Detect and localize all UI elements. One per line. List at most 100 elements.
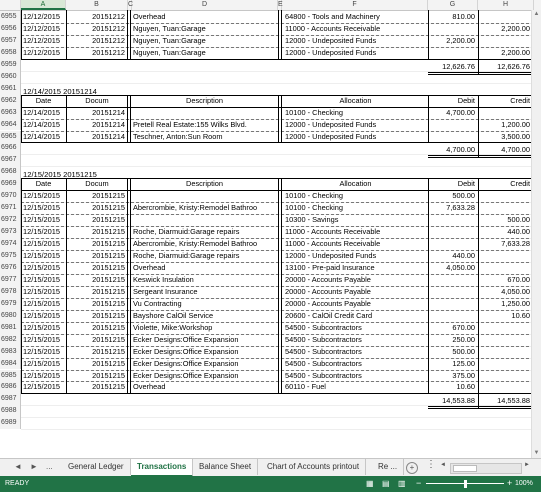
cell-docum[interactable]: 20151214 xyxy=(67,131,125,143)
cell-debit[interactable]: 440.00 xyxy=(429,250,475,262)
cell-allocation[interactable]: 54500 - Subcontractors xyxy=(285,322,428,334)
cell-credit[interactable] xyxy=(479,250,530,262)
cell-debit[interactable] xyxy=(429,298,475,310)
cell-description[interactable]: Roche, Diarmuid:Garage repairs xyxy=(133,250,278,262)
row-header[interactable]: 6961 xyxy=(0,82,21,95)
page-layout-view-icon[interactable]: ▤ xyxy=(382,479,390,488)
row-header[interactable]: 6981 xyxy=(0,321,21,334)
row-header[interactable]: 6956 xyxy=(0,22,21,35)
cell-description[interactable]: Nguyen, Tuan:Garage xyxy=(133,23,278,35)
cell-credit[interactable]: 2,200.00 xyxy=(479,47,530,59)
cell-description[interactable]: Abercrombie, Kristy:Remodel Bathroo xyxy=(133,202,278,214)
cell-credit[interactable]: 440.00 xyxy=(479,226,530,238)
cell-docum[interactable]: 20151215 xyxy=(67,214,125,226)
cell-description[interactable]: Sergeant Insurance xyxy=(133,286,278,298)
cell-docum[interactable]: 20151215 xyxy=(67,298,125,310)
zoom-in-button[interactable]: + xyxy=(507,478,512,488)
row-header[interactable]: 6978 xyxy=(0,285,21,298)
cell-date[interactable]: 12/15/2015 xyxy=(23,262,66,274)
cell-allocation[interactable]: 20000 - Accounts Payable xyxy=(285,286,428,298)
tab-transactions[interactable]: Transactions xyxy=(131,459,194,477)
cell-debit[interactable]: 500.00 xyxy=(429,346,475,358)
hscroll-thumb[interactable] xyxy=(453,465,477,472)
row-header[interactable]: 6969 xyxy=(0,178,21,191)
cell-date[interactable]: 12/15/2015 xyxy=(23,274,66,286)
cell-allocation[interactable]: 12000 - Undeposited Funds xyxy=(285,35,428,47)
column-header-d[interactable]: D xyxy=(132,0,278,10)
cell-description[interactable]: Overhead xyxy=(133,381,278,393)
row-header[interactable]: 6970 xyxy=(0,190,21,203)
spreadsheet-grid[interactable]: ABCDEFGH 6955 12/12/2015 20151212 Overhead 6… xyxy=(0,0,541,458)
row-header[interactable]: 6960 xyxy=(0,70,21,83)
cell-description[interactable]: Teschner, Anton:Sun Room xyxy=(133,131,278,143)
cell-description[interactable]: Roche, Diarmuid:Garage repairs xyxy=(133,226,278,238)
cell-docum[interactable]: 20151214 xyxy=(67,119,125,131)
row-header[interactable]: 6980 xyxy=(0,309,21,322)
cell-allocation[interactable]: 10100 - Checking xyxy=(285,107,428,119)
cell-credit[interactable]: 10.60 xyxy=(479,310,531,322)
cell-description[interactable]: Pretell Real Estate:155 Wilks Blvd. xyxy=(133,119,278,131)
cell-description[interactable]: Keswick Insulation xyxy=(133,274,278,286)
cell-date[interactable]: 12/12/2015 xyxy=(23,11,66,23)
cell-docum[interactable]: 20151215 xyxy=(67,226,125,238)
cell-date[interactable]: 12/15/2015 xyxy=(23,190,66,202)
row-header[interactable]: 6988 xyxy=(0,405,21,418)
cell-date[interactable]: 12/12/2015 xyxy=(23,47,66,59)
cell-description[interactable]: Ecker Designs:Office Expansion xyxy=(133,346,278,358)
row-header[interactable]: 6968 xyxy=(0,166,21,179)
tab-prev-icon[interactable]: ◄ xyxy=(14,462,22,471)
cell-credit[interactable] xyxy=(479,107,530,119)
cell-debit[interactable]: 4,700.00 xyxy=(429,107,475,119)
splitter-icon[interactable]: ⋮ xyxy=(426,459,436,470)
cell-debit[interactable] xyxy=(429,214,475,226)
cell-debit[interactable]: 670.00 xyxy=(429,322,475,334)
cell-docum[interactable]: 20151215 xyxy=(67,381,125,393)
row-header[interactable]: 6986 xyxy=(0,381,21,394)
column-header-h[interactable]: H xyxy=(478,0,534,10)
zoom-level[interactable]: 100% xyxy=(515,480,533,487)
row-header[interactable]: 6989 xyxy=(0,417,21,430)
row-header[interactable]: 6955 xyxy=(0,11,21,23)
cell-docum[interactable]: 20151215 xyxy=(67,238,125,250)
row-header[interactable]: 6987 xyxy=(0,393,21,406)
cell-debit[interactable]: 250.00 xyxy=(429,334,475,346)
cell-description[interactable] xyxy=(133,107,278,119)
cell-allocation[interactable]: 10100 - Checking xyxy=(285,202,428,214)
cell-credit[interactable] xyxy=(479,262,530,274)
cell-allocation[interactable]: 12000 - Undeposited Funds xyxy=(285,47,428,59)
cell-date[interactable]: 12/15/2015 xyxy=(23,286,66,298)
row-header[interactable]: 6966 xyxy=(0,142,21,155)
row-header[interactable]: 6973 xyxy=(0,226,21,239)
select-all-corner[interactable] xyxy=(0,0,21,10)
cell-allocation[interactable]: 54500 - Subcontractors xyxy=(285,334,428,346)
cell-description[interactable]: Ecker Designs:Office Expansion xyxy=(133,334,278,346)
cell-debit[interactable] xyxy=(429,47,475,59)
column-header-a[interactable]: A xyxy=(21,0,66,10)
row-header[interactable]: 6974 xyxy=(0,238,21,250)
cell-description[interactable]: Bayshore CalOil Service xyxy=(133,310,278,322)
scroll-up-arrow-icon[interactable]: ▲ xyxy=(532,10,541,19)
cell-docum[interactable]: 20151215 xyxy=(67,250,125,262)
cell-description[interactable]: Overhead xyxy=(133,262,278,274)
cell-date[interactable]: 12/15/2015 xyxy=(23,310,66,322)
cell-allocation[interactable]: 12000 - Undeposited Funds xyxy=(285,250,428,262)
cell-debit[interactable]: 125.00 xyxy=(429,358,475,370)
cell-docum[interactable]: 20151212 xyxy=(67,47,125,59)
cell-docum[interactable]: 20151212 xyxy=(67,35,125,47)
row-header[interactable]: 6975 xyxy=(0,250,21,262)
cell-allocation[interactable]: 10100 - Checking xyxy=(285,190,428,202)
cell-docum[interactable]: 20151215 xyxy=(67,190,125,202)
cell-debit[interactable] xyxy=(429,23,475,35)
cell-debit[interactable]: 10.60 xyxy=(429,381,476,393)
vertical-scrollbar[interactable]: ▲ ▼ xyxy=(531,10,541,458)
cell-allocation[interactable]: 12000 - Undeposited Funds xyxy=(285,131,428,143)
cell-allocation[interactable]: 11000 - Accounts Receivable xyxy=(285,23,428,35)
cell-allocation[interactable]: 13100 - Pre-paid Insurance xyxy=(285,262,428,274)
cell-debit[interactable]: 500.00 xyxy=(429,190,475,202)
cell-date[interactable]: 12/14/2015 xyxy=(23,131,66,143)
tab-chart-of-accounts-printout[interactable]: Chart of Accounts printout xyxy=(261,459,367,475)
cell-allocation[interactable]: 60110 - Fuel xyxy=(285,381,428,393)
cell-debit[interactable] xyxy=(429,131,475,143)
zoom-out-button[interactable]: − xyxy=(416,478,421,488)
cell-date[interactable]: 12/14/2015 xyxy=(23,107,66,119)
